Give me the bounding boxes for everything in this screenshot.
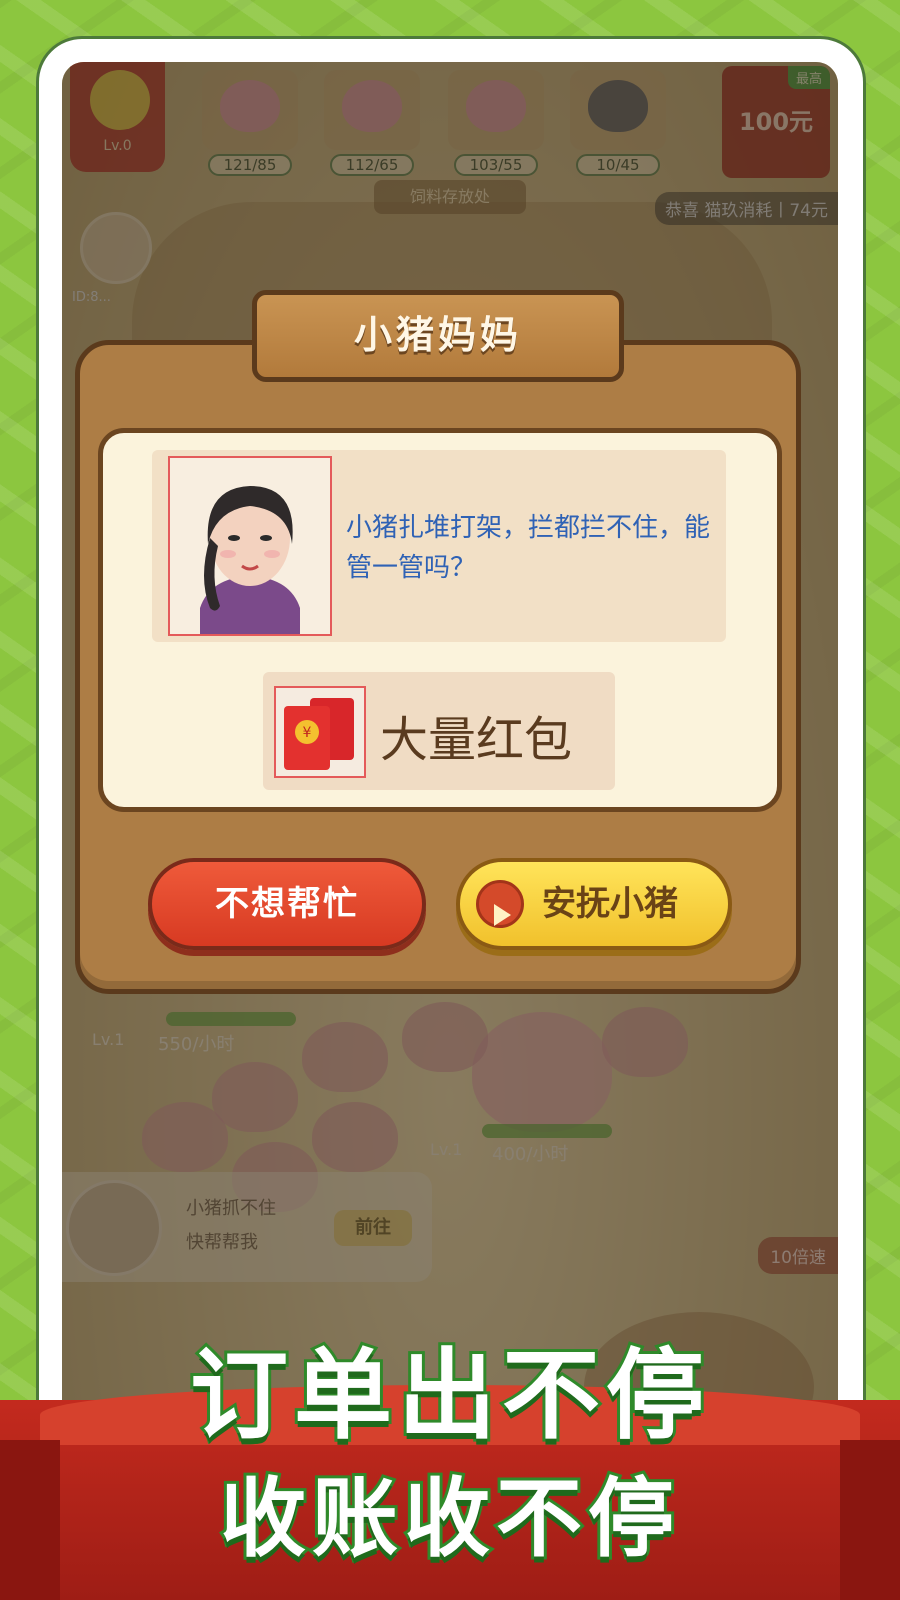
mother-portrait — [168, 456, 332, 636]
reward-label: 大量红包 — [380, 712, 573, 768]
accept-button-label: 安抚小猪 — [542, 884, 678, 924]
slogan-line-1: 订单出不停 — [187, 1336, 710, 1456]
accept-button[interactable]: 安抚小猪 — [456, 858, 732, 950]
dialog-title: 小猪妈妈 — [252, 290, 624, 382]
woman-portrait-icon — [200, 486, 300, 634]
red-envelope-icon: ¥ — [274, 686, 366, 778]
dialog-message: 小猪扎堆打架，拦都拦不住，能管一管吗？ — [346, 513, 711, 583]
svg-text:¥: ¥ — [303, 725, 312, 741]
decline-button[interactable]: 不想帮忙 — [148, 858, 426, 950]
slogan-line-2: 收账收不停 — [217, 1466, 680, 1572]
play-video-icon — [476, 880, 524, 928]
